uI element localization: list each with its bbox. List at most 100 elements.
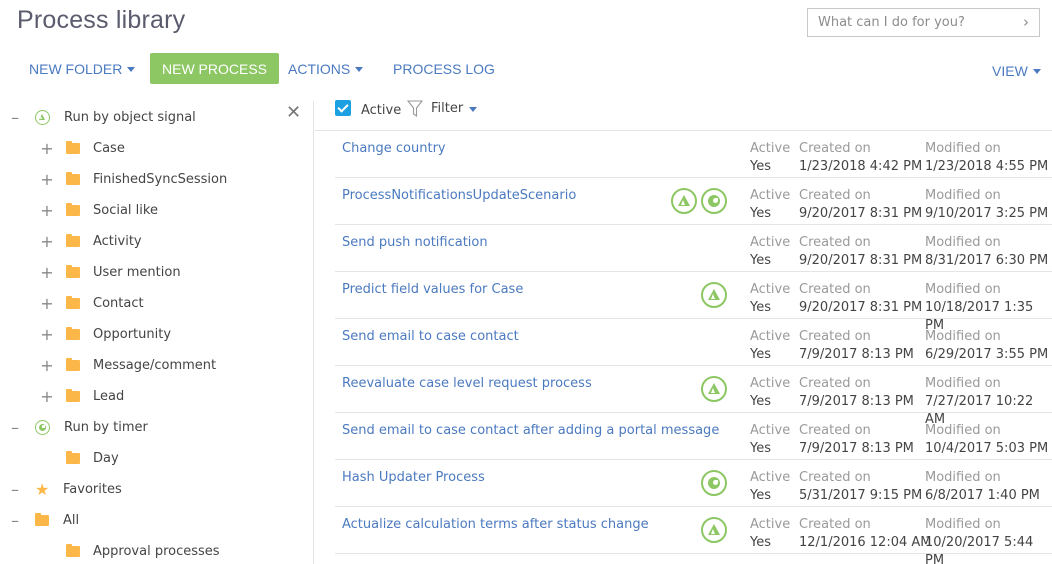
- process-start-icons: [701, 376, 727, 402]
- active-caption: Active: [750, 188, 791, 203]
- process-row[interactable]: Send push notification Active Yes Created o…: [335, 225, 1052, 272]
- created-cell: Created on 9/20/2017 8:31 PM: [799, 281, 922, 317]
- tree-label: Activity: [93, 234, 142, 249]
- modified-caption: Modified on: [925, 329, 1001, 344]
- tree-item-activity[interactable]: + Activity: [40, 226, 142, 257]
- new-folder-label: NEW FOLDER: [29, 60, 123, 77]
- created-caption: Created on: [799, 376, 871, 391]
- process-name-link[interactable]: Send push notification: [342, 235, 488, 250]
- collapse-icon[interactable]: –: [8, 480, 22, 499]
- folder-icon: [66, 358, 80, 371]
- chevron-right-icon[interactable]: ›: [1023, 13, 1029, 31]
- active-caption: Active: [750, 141, 791, 156]
- tree-item-case[interactable]: + Case: [40, 133, 125, 164]
- collapse-icon[interactable]: –: [8, 108, 22, 127]
- active-value: Yes: [750, 300, 771, 315]
- created-caption: Created on: [799, 329, 871, 344]
- process-name-link[interactable]: Reevaluate case level request process: [342, 376, 592, 391]
- expand-icon[interactable]: +: [40, 325, 54, 344]
- tree-label: Case: [93, 141, 125, 156]
- folder-icon: [66, 327, 80, 340]
- tree-item-finishedsyncsession[interactable]: + FinishedSyncSession: [40, 164, 227, 195]
- expand-icon[interactable]: +: [40, 387, 54, 406]
- process-row[interactable]: Change country Active Yes Created on 1/23/20…: [335, 131, 1052, 178]
- tree-label: Favorites: [63, 482, 122, 497]
- tree-item-user-mention[interactable]: + User mention: [40, 257, 180, 288]
- created-cell: Created on 7/9/2017 8:13 PM: [799, 328, 914, 364]
- tree-item-opportunity[interactable]: + Opportunity: [40, 319, 171, 350]
- active-value: Yes: [750, 253, 771, 268]
- process-name-link[interactable]: Actualize calculation terms after status…: [342, 517, 649, 532]
- process-log-button[interactable]: PROCESS LOG: [393, 53, 495, 84]
- expand-icon[interactable]: +: [40, 139, 54, 158]
- new-process-button[interactable]: NEW PROCESS: [150, 53, 280, 84]
- actions-label: ACTIONS: [288, 60, 351, 77]
- signal-start-icon: [671, 188, 697, 214]
- modified-cell: Modified on 9/10/2017 3:25 PM: [925, 187, 1048, 223]
- process-name-link[interactable]: Send email to case contact: [342, 329, 519, 344]
- created-value: 9/20/2017 8:31 PM: [799, 300, 923, 315]
- command-search[interactable]: ›: [807, 8, 1040, 37]
- process-row[interactable]: Reevaluate case level request process Act…: [335, 366, 1052, 427]
- process-row[interactable]: Actualize calculation terms after status…: [335, 507, 1052, 564]
- process-row[interactable]: Send email to case contact after adding …: [335, 413, 1052, 460]
- created-cell: Created on 12/1/2016 12:04 AM: [799, 516, 932, 552]
- expand-icon[interactable]: +: [40, 170, 54, 189]
- process-name-link[interactable]: Send email to case contact after adding …: [342, 423, 719, 438]
- expand-icon[interactable]: +: [40, 294, 54, 313]
- modified-caption: Modified on: [925, 282, 1001, 297]
- process-row[interactable]: ProcessNotificationsUpdateScenario Active…: [335, 178, 1052, 225]
- process-name-link[interactable]: Hash Updater Process: [342, 470, 485, 485]
- tree-item-message-comment[interactable]: + Message/comment: [40, 350, 216, 381]
- tree-item-social-like[interactable]: + Social like: [40, 195, 158, 226]
- tree-group-favorites[interactable]: – ★ Favorites: [8, 474, 122, 505]
- folder-icon: [66, 265, 80, 278]
- tree-label: FinishedSyncSession: [93, 172, 228, 187]
- modified-caption: Modified on: [925, 376, 1001, 391]
- tree-item-lead[interactable]: + Lead: [40, 381, 124, 412]
- expand-icon[interactable]: +: [40, 356, 54, 375]
- tree-label: Message/comment: [93, 358, 217, 373]
- process-row[interactable]: Predict field values for Case Active Yes Cr…: [335, 272, 1052, 333]
- tree-group-run-by-timer[interactable]: – Run by timer: [8, 412, 148, 443]
- active-value: Yes: [750, 488, 771, 503]
- modified-caption: Modified on: [925, 517, 1001, 532]
- process-name-link[interactable]: Change country: [342, 141, 446, 156]
- expand-icon[interactable]: +: [40, 201, 54, 220]
- expand-icon[interactable]: +: [40, 232, 54, 251]
- star-icon: ★: [35, 479, 50, 499]
- view-button[interactable]: VIEW: [992, 55, 1041, 86]
- close-icon[interactable]: ✕: [286, 104, 301, 122]
- collapse-icon[interactable]: –: [8, 418, 22, 437]
- process-grid: Change country Active Yes Created on 1/23/20…: [335, 131, 1052, 564]
- folder-icon: [66, 544, 80, 557]
- tree-group-all[interactable]: – All: [8, 505, 79, 536]
- tree-label: All: [63, 513, 80, 528]
- expand-icon[interactable]: +: [40, 263, 54, 282]
- folder-icon: [66, 451, 80, 464]
- actions-button[interactable]: ACTIONS: [288, 53, 364, 84]
- filter-icon[interactable]: [407, 100, 423, 118]
- active-checkbox[interactable]: [335, 100, 351, 116]
- toolbar: NEW FOLDER NEW PROCESS ACTIONS PROCESS L…: [0, 53, 1052, 84]
- filter-button[interactable]: Filter: [431, 101, 478, 116]
- created-value: 9/20/2017 8:31 PM: [799, 253, 923, 268]
- modified-cell: Modified on 10/4/2017 5:03 PM: [925, 422, 1048, 458]
- tree-item-day[interactable]: Day: [40, 443, 119, 474]
- active-cell: Active Yes: [750, 516, 790, 552]
- tree-group-run-by-object-signal[interactable]: – Run by object signal: [8, 102, 196, 133]
- page-title: Process library: [17, 6, 186, 34]
- process-name-link[interactable]: ProcessNotificationsUpdateScenario: [342, 188, 576, 203]
- filter-label: Filter: [431, 101, 464, 116]
- tree-item-approval-processes[interactable]: Approval processes: [40, 536, 220, 564]
- active-cell: Active Yes: [750, 140, 790, 176]
- process-row[interactable]: Send email to case contact Active Yes Creat…: [335, 319, 1052, 366]
- active-caption: Active: [750, 517, 791, 532]
- new-folder-button[interactable]: NEW FOLDER: [29, 53, 136, 84]
- created-cell: Created on 9/20/2017 8:31 PM: [799, 234, 922, 270]
- command-search-input[interactable]: [818, 15, 1008, 30]
- process-name-link[interactable]: Predict field values for Case: [342, 282, 523, 297]
- collapse-icon[interactable]: –: [8, 511, 22, 530]
- tree-item-contact[interactable]: + Contact: [40, 288, 143, 319]
- process-row[interactable]: Hash Updater Process Active Yes Created on 5…: [335, 460, 1052, 507]
